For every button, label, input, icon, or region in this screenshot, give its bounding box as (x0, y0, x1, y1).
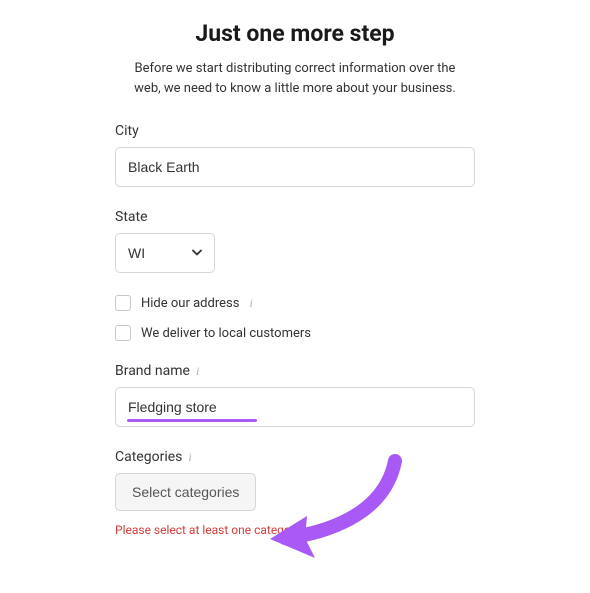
brand-label: Brand name (115, 363, 190, 379)
city-input[interactable] (115, 147, 475, 187)
checkbox-group: Hide our address i We deliver to local c… (115, 295, 475, 341)
hide-address-checkbox[interactable] (115, 295, 131, 311)
categories-field-group: Categories i Select categories Please se… (115, 449, 475, 537)
categories-error-text: Please select at least one category. (115, 523, 475, 537)
hide-address-row: Hide our address i (115, 295, 475, 311)
state-label: State (115, 209, 475, 225)
state-select[interactable]: WI (115, 233, 215, 273)
city-label: City (115, 123, 475, 139)
info-icon[interactable]: i (188, 450, 191, 465)
deliver-local-row: We deliver to local customers (115, 325, 475, 341)
info-icon[interactable]: i (249, 296, 252, 311)
deliver-local-checkbox[interactable] (115, 325, 131, 341)
info-icon[interactable]: i (196, 364, 199, 379)
deliver-local-label: We deliver to local customers (141, 326, 311, 341)
state-select-wrapper: WI (115, 233, 215, 273)
hide-address-label: Hide our address (141, 296, 239, 311)
brand-field-group: Brand name i (115, 363, 475, 427)
select-categories-button[interactable]: Select categories (115, 473, 256, 511)
categories-label: Categories (115, 449, 182, 465)
city-field-group: City (115, 123, 475, 187)
page-title: Just one more step (115, 20, 475, 47)
page-subtitle: Before we start distributing correct inf… (122, 59, 468, 98)
annotation-underline (127, 419, 257, 422)
state-field-group: State WI (115, 209, 475, 273)
